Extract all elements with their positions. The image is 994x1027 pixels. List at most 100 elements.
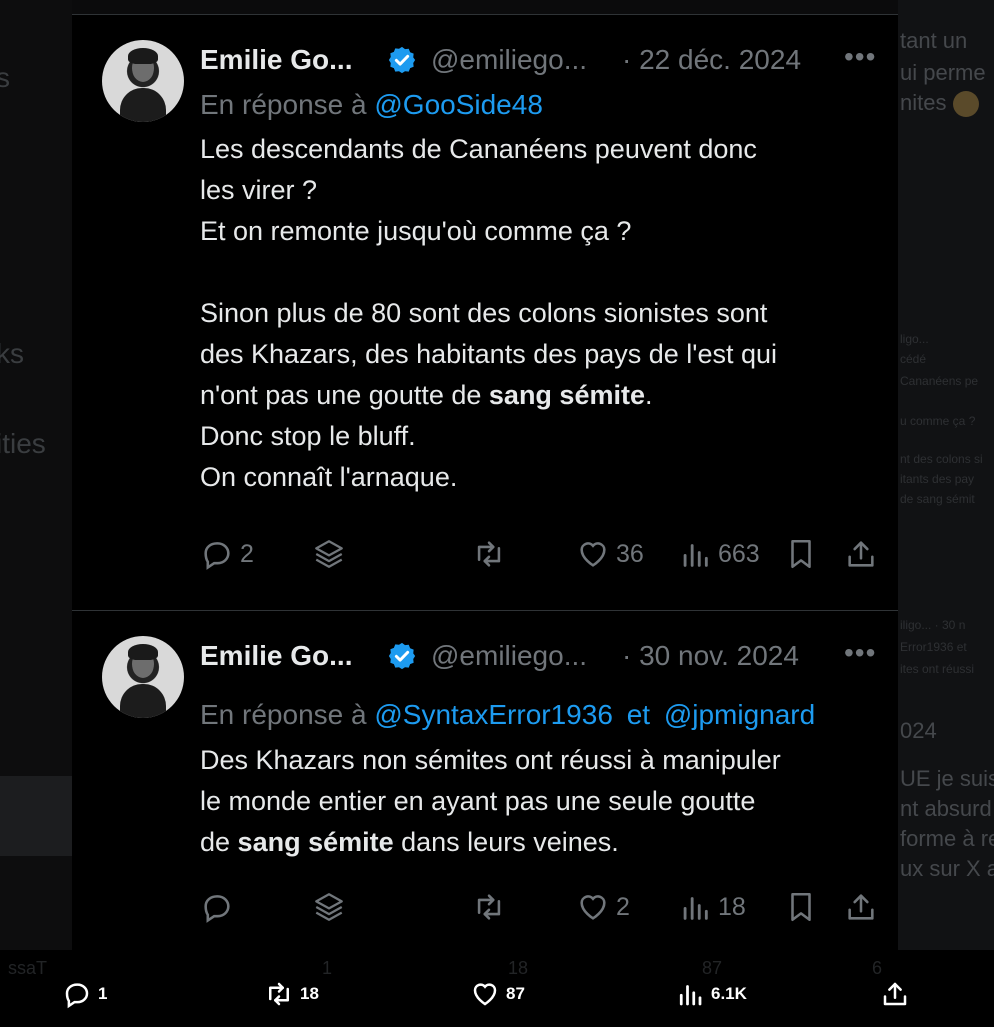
- mention-link[interactable]: @GooSide48: [374, 89, 543, 120]
- grok-button[interactable]: [312, 534, 346, 574]
- user-handle[interactable]: @emiliego...: [431, 42, 587, 78]
- share-icon: [848, 894, 874, 920]
- user-handle[interactable]: @emiliego...: [431, 638, 587, 674]
- share-button[interactable]: [844, 534, 878, 574]
- tweet-date[interactable]: · 30 nov. 2024: [622, 638, 799, 674]
- emoji-icon: [952, 91, 979, 118]
- text-line: Et on remonte jusqu'où comme ça ?: [200, 216, 632, 246]
- bookmark-button[interactable]: [784, 887, 818, 927]
- ghost-text: 1: [322, 958, 333, 978]
- more-options-icon[interactable]: •••: [844, 638, 875, 674]
- outer-share-button[interactable]: [880, 977, 910, 1011]
- tweet-header: Emilie Go... @emiliego... · 22 déc. 2024…: [200, 42, 880, 78]
- right-fragment: Error1936 et: [900, 640, 967, 654]
- outer-like-button[interactable]: 87: [470, 977, 525, 1011]
- like-count: 2: [616, 892, 630, 921]
- right-fragment: UE je suis: [900, 766, 994, 791]
- panel-top-border: [72, 14, 898, 15]
- views-button[interactable]: 18: [678, 887, 746, 927]
- repost-button[interactable]: [472, 887, 506, 927]
- left-fragment: s: [0, 62, 10, 93]
- tweet-header: Emilie Go... @emiliego... · 30 nov. 2024…: [200, 638, 880, 674]
- avatar[interactable]: [102, 636, 184, 718]
- tweet-divider: [72, 610, 898, 611]
- like-button[interactable]: 36: [576, 534, 644, 574]
- left-fragment: ities: [0, 428, 46, 459]
- tweet-text: Des Khazars non sémites ont réussi à man…: [200, 740, 880, 863]
- share-icon: [883, 982, 907, 1006]
- text-line: les virer ?: [200, 175, 318, 205]
- left-sidebar-backdrop: s ks ities: [0, 0, 72, 1027]
- repost-icon: [477, 894, 501, 920]
- text-line: [200, 252, 880, 293]
- analytics-icon: [683, 544, 708, 567]
- right-fragment: ligo...: [900, 332, 929, 346]
- grok-button[interactable]: [312, 887, 346, 927]
- right-fragment: cédé: [900, 352, 927, 366]
- display-name[interactable]: Emilie Go...: [200, 42, 352, 78]
- reply-icon: [65, 983, 89, 1009]
- tweet-actions: 2 18: [200, 887, 880, 927]
- ghost-text: 87: [702, 958, 723, 978]
- reply-button[interactable]: [200, 887, 234, 927]
- more-options-icon[interactable]: •••: [844, 42, 875, 78]
- share-button[interactable]: [844, 887, 878, 927]
- reply-prefix: En réponse à: [200, 89, 367, 120]
- right-fragment: nites: [900, 90, 979, 118]
- reply-prefix: En réponse à: [200, 699, 367, 730]
- reply-context: En réponse à @GooSide48: [200, 87, 543, 123]
- right-fragment: ui perme: [900, 60, 986, 85]
- views-button[interactable]: 663: [678, 534, 760, 574]
- reply-icon: [204, 895, 230, 923]
- bookmark-button[interactable]: [784, 534, 818, 574]
- outer-repost-count: 18: [300, 984, 319, 1003]
- text-line: Donc stop le bluff.: [200, 421, 416, 451]
- reply-button[interactable]: 2: [200, 534, 254, 574]
- like-count: 36: [616, 539, 644, 568]
- layers-icon: [315, 540, 343, 568]
- outer-reply-button[interactable]: 1: [62, 977, 107, 1011]
- text-line: le monde entier en ayant pas une seule g…: [200, 786, 756, 816]
- bookmark-icon: [791, 892, 811, 922]
- ghost-text: ssaT: [8, 958, 48, 978]
- right-fragment: itants des pay: [900, 472, 975, 486]
- reply-count: 2: [240, 539, 254, 568]
- verified-badge-icon: [388, 46, 416, 74]
- text-line: On connaît l'arnaque.: [200, 462, 458, 492]
- reply-context: En réponse à @SyntaxError1936 et @jpmign…: [200, 697, 815, 733]
- text-line: Les descendants de Cananéens peuvent don…: [200, 134, 757, 164]
- right-fragment: u comme ça ?: [900, 414, 976, 428]
- display-name[interactable]: Emilie Go...: [200, 638, 352, 674]
- heart-icon: [473, 983, 497, 1006]
- thread-panel: Emilie Go... @emiliego... · 22 déc. 2024…: [72, 14, 898, 950]
- tweet-date[interactable]: · 22 déc. 2024: [622, 42, 801, 78]
- analytics-icon: [679, 985, 702, 1006]
- reply-icon: [204, 542, 230, 570]
- outer-view-count: 6.1K: [711, 984, 747, 1003]
- mention-link[interactable]: @jpmignard: [664, 699, 815, 730]
- text-line: de sang sémite dans leurs veines.: [200, 827, 619, 857]
- right-fragment: forme à re: [900, 826, 994, 851]
- mention-joiner: et: [626, 699, 651, 730]
- bookmark-icon: [791, 539, 811, 569]
- mention-link[interactable]: @SyntaxError1936: [374, 699, 613, 730]
- view-count: 18: [718, 892, 746, 921]
- right-fragment: 024: [900, 718, 937, 743]
- right-fragment: Cananéens pe: [900, 374, 979, 388]
- outer-reply-count: 1: [98, 984, 108, 1003]
- like-button[interactable]: 2: [576, 887, 630, 927]
- right-fragment: nt des colons si: [900, 452, 983, 466]
- text-line: Des Khazars non sémites ont réussi à man…: [200, 745, 781, 775]
- right-fragment: nt absurd: [900, 796, 992, 821]
- analytics-icon: [683, 897, 708, 920]
- share-icon: [848, 541, 874, 567]
- bold-text: sang sémite: [237, 827, 394, 857]
- outer-views-button[interactable]: 6.1K: [675, 977, 747, 1011]
- repost-icon: [477, 541, 501, 567]
- avatar[interactable]: [102, 40, 184, 122]
- outer-repost-button[interactable]: 18: [264, 977, 319, 1011]
- right-fragment: de sang sémit: [900, 492, 975, 506]
- tweet-actions: 2 36 663: [200, 534, 880, 574]
- repost-button[interactable]: [472, 534, 506, 574]
- left-highlight-band: [0, 776, 72, 856]
